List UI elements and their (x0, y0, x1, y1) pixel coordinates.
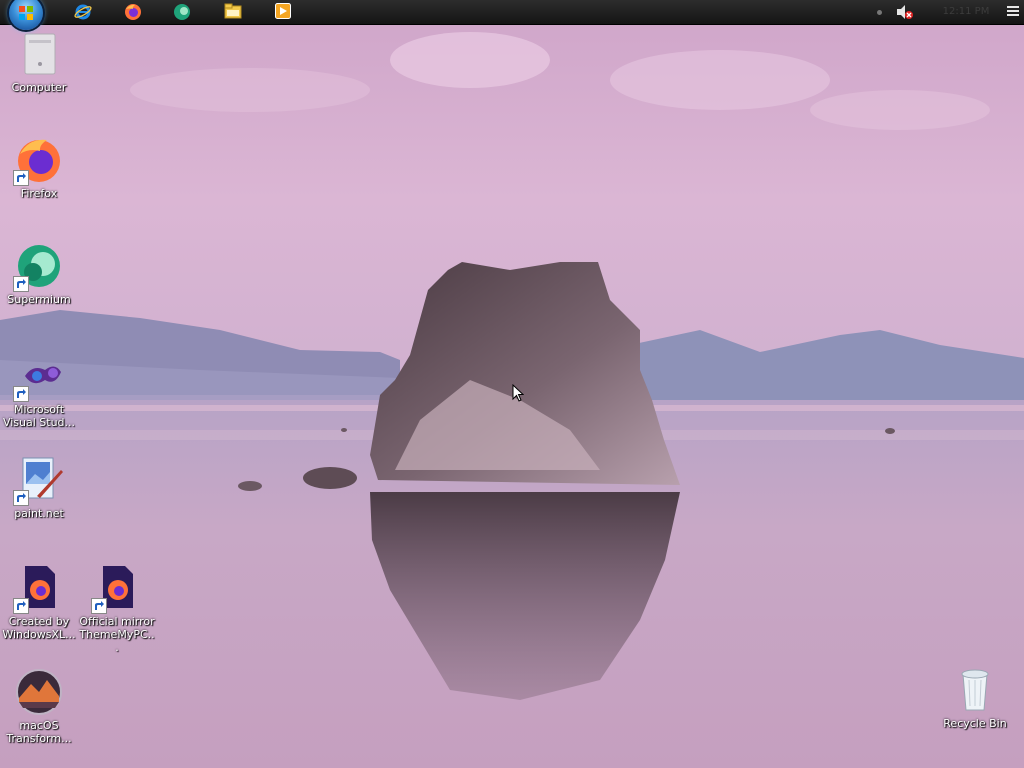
visual-studio-icon (13, 352, 63, 402)
taskbar: 12:11 PM (0, 0, 1024, 30)
computer-icon (15, 30, 63, 78)
mouse-cursor-icon (512, 384, 524, 402)
file-explorer-icon[interactable] (222, 2, 244, 22)
firefox-icon (13, 136, 63, 186)
taskbar-clock[interactable]: 12:11 PM (936, 5, 996, 19)
macos-icon (15, 668, 63, 716)
desktop-icon-label: macOS Transform... (6, 719, 72, 745)
desktop-icon-recycle-bin[interactable]: Recycle Bin (937, 666, 1013, 730)
desktop-icon-paint-net[interactable]: paint.net (1, 456, 77, 520)
desktop-icon-created-by-windowsxl[interactable]: Created by WindowsXL... (1, 564, 77, 641)
supermium-icon[interactable] (171, 2, 193, 22)
desktop-icon-macos-transformation[interactable]: macOS Transform... (1, 668, 77, 745)
desktop-icon-label: Recycle Bin (943, 717, 1007, 730)
desktop-icon-label: Supermium (7, 293, 71, 306)
desktop-icon-label: Firefox (20, 187, 58, 200)
internet-explorer-icon[interactable] (72, 2, 94, 22)
desktop-icon-supermium[interactable]: Supermium (1, 242, 77, 306)
supermium-icon (13, 242, 63, 292)
shortcut-arrow-icon (13, 490, 29, 506)
firefox-file-icon (91, 564, 141, 614)
desktop-icon-computer[interactable]: Computer (1, 30, 77, 94)
tray-indicator (877, 10, 882, 15)
desktop-icon-official-mirror[interactable]: Official mirror ThemeMyPC... (79, 564, 155, 654)
firefox-icon[interactable] (122, 2, 144, 22)
firefox-file-icon (13, 564, 63, 614)
desktop-icon-visual-studio[interactable]: Microsoft Visual Stud... (1, 352, 77, 429)
desktop-icon-label: paint.net (14, 507, 64, 520)
shortcut-arrow-icon (13, 276, 29, 292)
menu-icon[interactable] (1006, 4, 1020, 20)
desktop-icon-label: Official mirror ThemeMyPC... (79, 615, 155, 654)
recycle-bin-icon (951, 666, 999, 714)
desktop-icon-label: Created by WindowsXL... (2, 615, 76, 641)
shortcut-arrow-icon (13, 598, 29, 614)
shortcut-arrow-icon (91, 598, 107, 614)
paint-net-icon (13, 456, 63, 506)
volume-muted-icon[interactable] (895, 3, 915, 21)
desktop-icon-firefox[interactable]: Firefox (1, 136, 77, 200)
media-player-icon[interactable] (272, 2, 294, 22)
desktop-icon-label: Microsoft Visual Stud... (2, 403, 76, 429)
shortcut-arrow-icon (13, 170, 29, 186)
desktop-icon-label: Computer (11, 81, 67, 94)
shortcut-arrow-icon (13, 386, 29, 402)
